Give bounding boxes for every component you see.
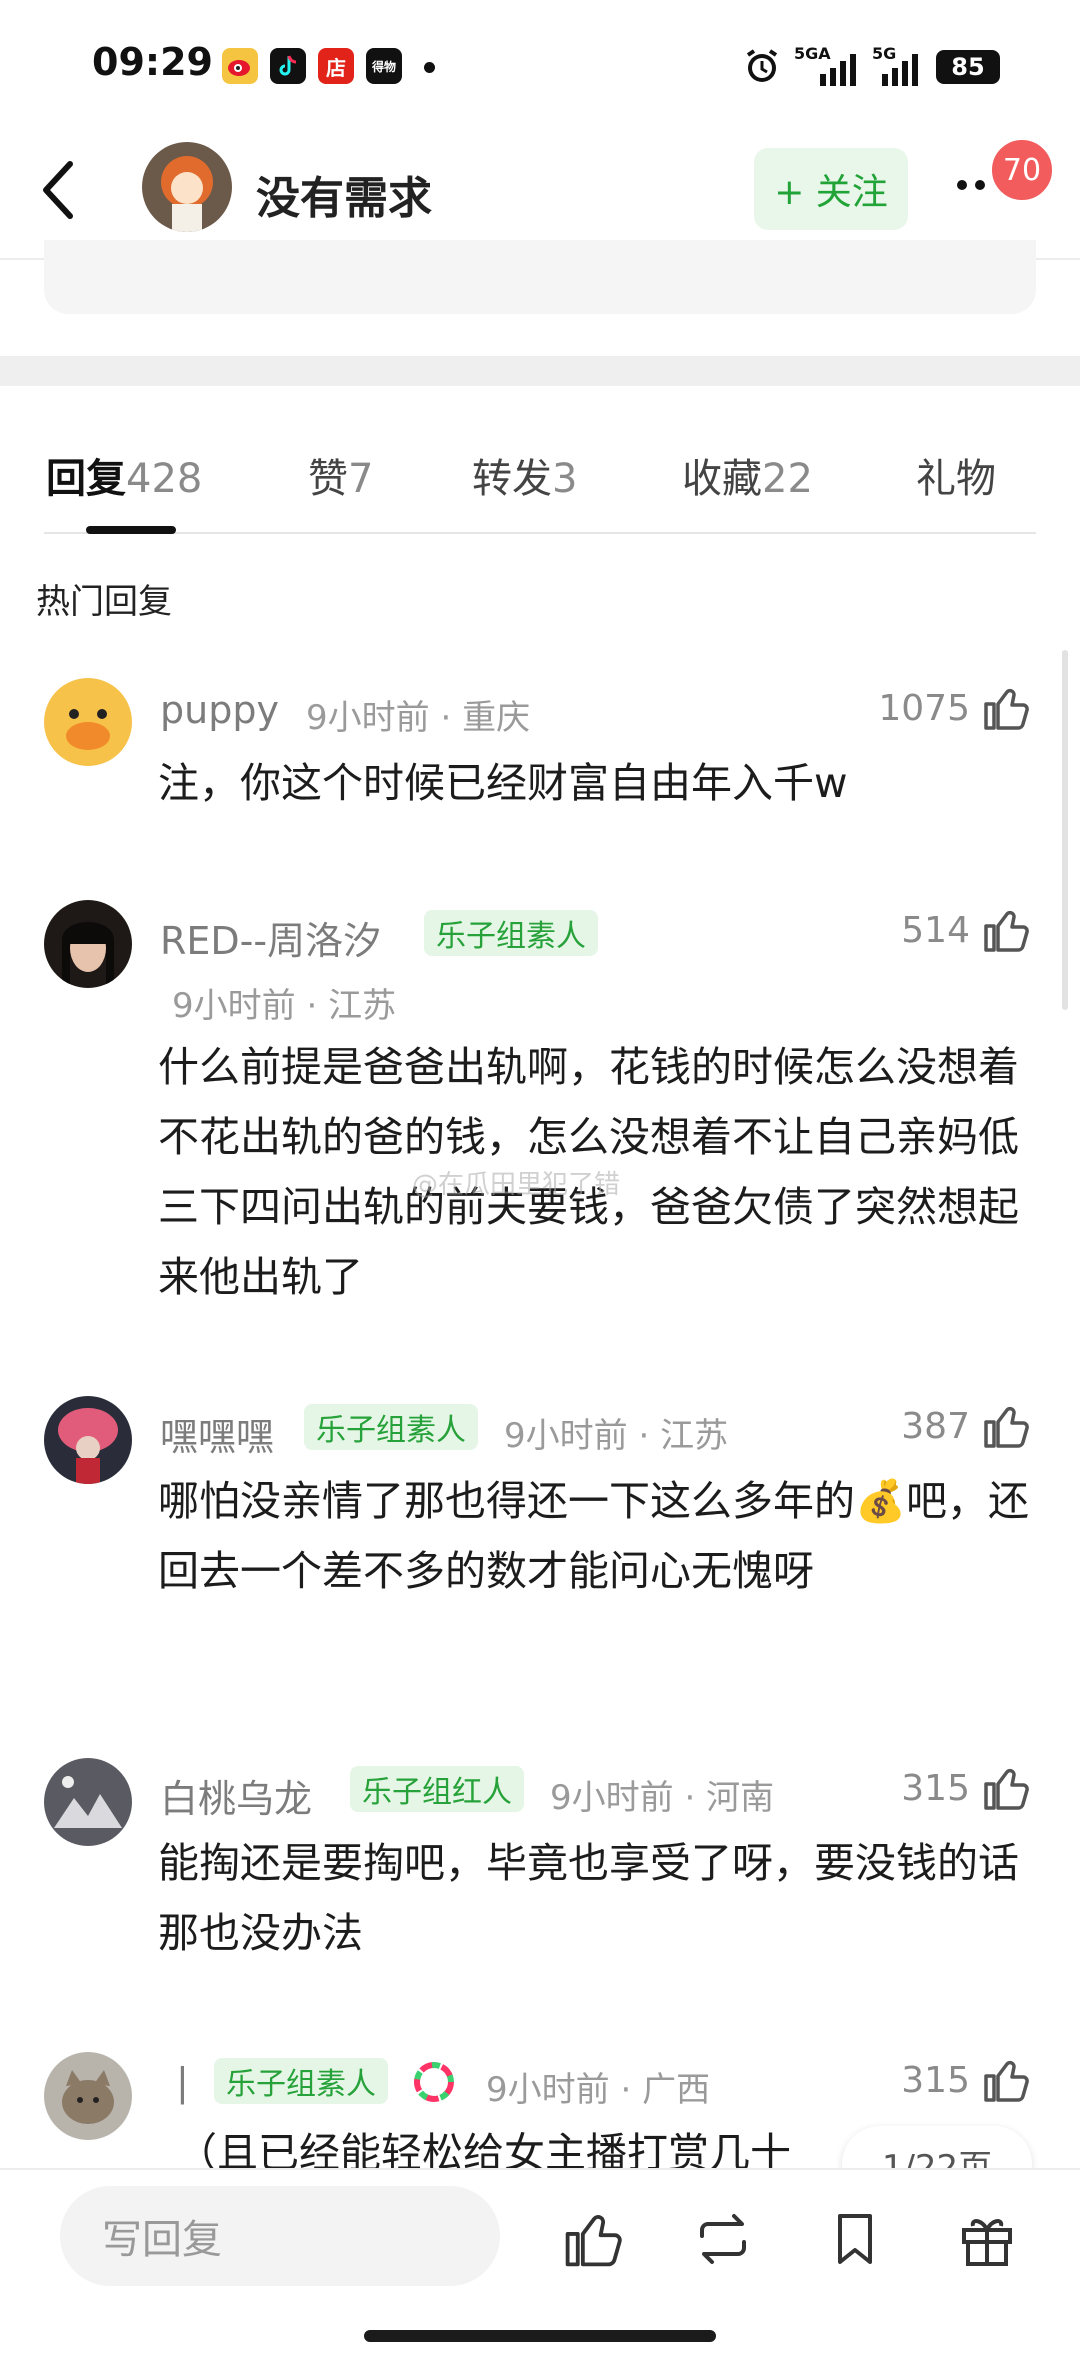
comment-avatar[interactable]: [44, 678, 132, 766]
comment-username[interactable]: 白桃乌龙: [160, 1768, 312, 1823]
notification-badge: 70: [990, 138, 1054, 202]
comment-like-count: 315: [901, 1768, 970, 1809]
tab-likes[interactable]: 赞7: [308, 446, 373, 504]
comment-avatar[interactable]: [44, 1396, 132, 1484]
store-app-icon: 店: [318, 48, 354, 84]
home-indicator[interactable]: [364, 2330, 716, 2342]
user-tag-badge: 乐子组素人: [304, 1404, 478, 1450]
comment-username[interactable]: |: [176, 2060, 189, 2104]
comment-meta: 9小时前 · 广西: [486, 2070, 711, 2110]
active-tab-indicator: [86, 526, 176, 534]
tab-reposts[interactable]: 转发3: [472, 446, 577, 504]
follow-button[interactable]: + 关注: [754, 148, 908, 230]
comment-meta: 9小时前 · 江苏: [504, 1416, 729, 1456]
user-tag-badge: 乐子组红人: [350, 1766, 524, 1812]
thumbs-up-icon[interactable]: [980, 1400, 1032, 1452]
signal-bars-1-icon: [818, 52, 858, 86]
comment-username[interactable]: RED--周洛汐: [160, 910, 381, 965]
like-icon[interactable]: [560, 2206, 626, 2272]
user-tag-badge: 乐子组素人: [214, 2058, 388, 2104]
comment-username[interactable]: 嘿嘿嘿: [160, 1406, 274, 1461]
comment-like-count: 315: [901, 2060, 970, 2101]
user-tag-badge: 乐子组素人: [424, 910, 598, 956]
rainbow-badge-icon: [414, 2062, 454, 2102]
comment-meta: 9小时前 · 江苏: [172, 986, 397, 1026]
gift-icon[interactable]: [954, 2206, 1020, 2272]
reply-input[interactable]: 写回复: [60, 2186, 500, 2286]
status-time: 09:29: [92, 40, 213, 84]
comment-text: 注，你这个时候已经财富自由年入千w: [158, 759, 848, 807]
thumbs-up-icon[interactable]: [980, 682, 1032, 734]
comment-like-count: 1075: [878, 688, 970, 729]
douyin-app-icon: [270, 48, 306, 84]
comment-text: 能掏还是要掏吧，毕竟也享受了呀，要没钱的话那也没办法: [158, 1839, 1019, 1957]
bookmark-icon[interactable]: [822, 2206, 888, 2272]
post-card-remnant: [44, 240, 1036, 314]
user-avatar[interactable]: [142, 142, 232, 232]
comment-text: 哪怕没亲情了那也得还一下这么多年的💰吧，还回去一个差不多的数才能问心无愧呀: [158, 1477, 1030, 1595]
comment-avatar[interactable]: [44, 900, 132, 988]
battery-indicator: 85: [936, 50, 1000, 84]
comment-username[interactable]: puppy: [160, 688, 279, 732]
comment-like-count: 387: [901, 1406, 970, 1447]
comment-meta: 9小时前 · 重庆: [306, 698, 531, 738]
scrollbar[interactable]: [1062, 650, 1068, 1010]
thumbs-up-icon[interactable]: [980, 2054, 1032, 2106]
signal-bars-2-icon: [880, 52, 920, 86]
repost-icon[interactable]: [690, 2206, 756, 2272]
comment-avatar[interactable]: [44, 2052, 132, 2140]
alarm-icon: [742, 46, 782, 86]
back-icon[interactable]: [34, 150, 84, 230]
dewu-app-icon: 得物: [366, 48, 402, 84]
tab-gifts[interactable]: 礼物: [916, 446, 996, 504]
weibo-app-icon: [222, 48, 258, 84]
tabs-divider: [44, 532, 1036, 534]
thumbs-up-icon[interactable]: [980, 1762, 1032, 1814]
watermark: @在瓜田里犯了错: [412, 1170, 621, 1200]
comment-meta: 9小时前 · 河南: [550, 1778, 775, 1818]
tab-favorites[interactable]: 收藏22: [682, 446, 813, 504]
notification-dot: [424, 62, 435, 73]
hot-replies-title: 热门回复: [36, 582, 172, 622]
section-divider: [0, 356, 1080, 386]
tab-replies[interactable]: 回复428: [46, 446, 202, 504]
thumbs-up-icon[interactable]: [980, 904, 1032, 956]
comment-avatar[interactable]: [44, 1758, 132, 1846]
user-name[interactable]: 没有需求: [256, 162, 432, 226]
comment-like-count: 514: [901, 910, 970, 951]
